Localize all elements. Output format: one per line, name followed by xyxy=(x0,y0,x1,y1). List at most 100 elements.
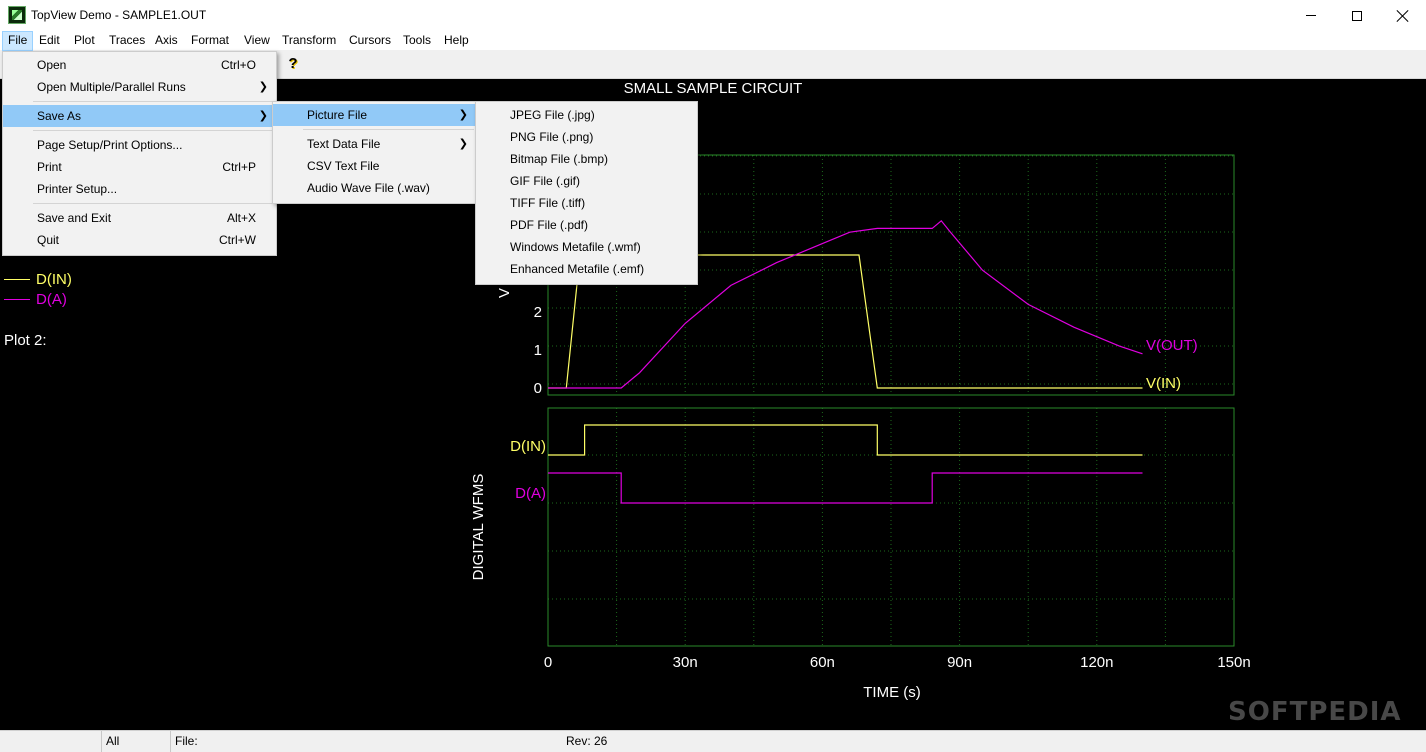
menu-separator xyxy=(303,129,474,130)
menu-tools[interactable]: Tools xyxy=(398,31,436,51)
picture-wmf[interactable]: Windows Metafile (.wmf) xyxy=(476,236,697,258)
picture-pdf[interactable]: PDF File (.pdf) xyxy=(476,214,697,236)
menu-traces[interactable]: Traces xyxy=(104,31,150,51)
item-label: Print xyxy=(37,160,62,174)
picture-tiff[interactable]: TIFF File (.tiff) xyxy=(476,192,697,214)
item-shortcut: Ctrl+W xyxy=(219,233,256,247)
file-print[interactable]: Print Ctrl+P xyxy=(3,156,276,178)
save-as-audio-wave-file[interactable]: Audio Wave File (.wav) xyxy=(273,177,476,199)
file-open-multiple[interactable]: Open Multiple/Parallel Runs ❯ xyxy=(3,76,276,98)
y-tick-label: 1 xyxy=(534,342,542,359)
menu-separator xyxy=(33,101,274,102)
picture-file-menu: JPEG File (.jpg) PNG File (.png) Bitmap … xyxy=(475,101,698,285)
item-label: Page Setup/Print Options... xyxy=(37,138,183,152)
item-label: Save and Exit xyxy=(37,211,112,225)
chevron-right-icon: ❯ xyxy=(258,110,268,122)
series-label-vout: V(OUT) xyxy=(1146,337,1198,354)
digital-panel-frame xyxy=(547,407,1235,647)
item-label: Audio Wave File (.wav) xyxy=(307,181,430,195)
menu-edit[interactable]: Edit xyxy=(34,31,65,51)
save-as-text-data-file[interactable]: Text Data File ❯ xyxy=(273,133,476,155)
minimize-button[interactable] xyxy=(1288,0,1334,31)
window-title: TopView Demo - SAMPLE1.OUT xyxy=(31,8,207,22)
status-mode: All xyxy=(101,731,170,752)
item-shortcut: Ctrl+O xyxy=(220,58,256,72)
x-tick-label: 150n xyxy=(1217,654,1250,671)
file-quit[interactable]: Quit Ctrl+W xyxy=(3,229,276,251)
item-shortcut: Ctrl+P xyxy=(222,160,256,174)
series-label-vin: V(IN) xyxy=(1146,375,1181,392)
legend-swatch xyxy=(4,278,30,280)
maximize-icon xyxy=(1352,10,1362,21)
app-icon[interactable] xyxy=(8,6,26,24)
digital-y-axis-label: DIGITAL WFMS xyxy=(470,474,487,581)
y-tick-label: 0 xyxy=(534,380,542,397)
help-icon[interactable]: ? xyxy=(285,55,301,73)
menu-file[interactable]: File xyxy=(2,31,34,51)
x-tick-label: 0 xyxy=(544,654,552,671)
file-page-setup[interactable]: Page Setup/Print Options... xyxy=(3,134,276,156)
picture-emf[interactable]: Enhanced Metafile (.emf) xyxy=(476,258,697,280)
minimize-icon xyxy=(1306,15,1316,16)
chevron-right-icon: ❯ xyxy=(258,81,268,93)
file-open[interactable]: Open Ctrl+O xyxy=(3,54,276,76)
legend-d-in[interactable]: D(IN) xyxy=(4,270,72,288)
y-tick-label: 2 xyxy=(534,304,542,321)
menu-axis[interactable]: Axis xyxy=(150,31,183,51)
status-file: File: C:\Users\SoftpediaPC\Documents\Top… xyxy=(170,731,562,752)
close-icon xyxy=(1397,10,1409,22)
menu-transform[interactable]: Transform xyxy=(277,31,341,51)
x-tick-label: 60n xyxy=(810,654,835,671)
save-as-picture-file[interactable]: Picture File ❯ xyxy=(273,104,476,126)
picture-bmp[interactable]: Bitmap File (.bmp) xyxy=(476,148,697,170)
maximize-button[interactable] xyxy=(1334,0,1380,31)
softpedia-watermark: SOFTPEDIA xyxy=(1228,697,1402,727)
item-label: Text Data File xyxy=(307,137,381,151)
menu-help[interactable]: Help xyxy=(439,31,474,51)
picture-gif[interactable]: GIF File (.gif) xyxy=(476,170,697,192)
menu-view[interactable]: View xyxy=(239,31,275,51)
plot2-label: Plot 2: xyxy=(4,332,47,349)
status-bar: All File: C:\Users\SoftpediaPC\Documents… xyxy=(0,730,1426,752)
digital-label-d-a: D(A) xyxy=(515,485,546,502)
picture-jpeg[interactable]: JPEG File (.jpg) xyxy=(476,104,697,126)
menu-format[interactable]: Format xyxy=(186,31,234,51)
save-as-csv-text-file[interactable]: CSV Text File xyxy=(273,155,476,177)
legend-swatch xyxy=(4,298,30,300)
menu-plot[interactable]: Plot xyxy=(69,31,100,51)
status-rev: Rev: 26 xyxy=(566,734,608,748)
item-label: Save As xyxy=(37,109,82,123)
menu-cursors[interactable]: Cursors xyxy=(344,31,396,51)
menu-separator xyxy=(33,130,274,131)
chevron-right-icon: ❯ xyxy=(458,138,468,150)
close-button[interactable] xyxy=(1380,0,1426,31)
file-save-exit[interactable]: Save and Exit Alt+X xyxy=(3,207,276,229)
file-menu: Open Ctrl+O Open Multiple/Parallel Runs ❯ … xyxy=(2,51,277,256)
save-as-menu: Picture File ❯ Text Data File ❯ CSV Text F… xyxy=(272,101,477,204)
item-label: Open Multiple/Parallel Runs xyxy=(37,80,186,94)
menu-bar: File Edit Plot Traces Axis Format View T… xyxy=(0,31,1426,51)
x-tick-label: 90n xyxy=(947,654,972,671)
file-save-as[interactable]: Save As ❯ xyxy=(3,105,276,127)
analog-y-axis-label: V xyxy=(496,288,513,298)
item-label: CSV Text File xyxy=(307,159,380,173)
menu-separator xyxy=(33,203,274,204)
legend-label: D(IN) xyxy=(36,270,72,288)
digital-label-d-in: D(IN) xyxy=(510,438,546,455)
legend-d-a[interactable]: D(A) xyxy=(4,290,67,308)
x-tick-label: 120n xyxy=(1080,654,1113,671)
x-tick-label: 30n xyxy=(673,654,698,671)
item-label: Quit xyxy=(37,233,60,247)
chevron-right-icon: ❯ xyxy=(458,109,468,121)
x-axis-label: TIME (s) xyxy=(863,684,921,701)
item-label: Picture File xyxy=(307,108,368,122)
digital-trace-din xyxy=(548,424,1143,456)
chart-title: SMALL SAMPLE CIRCUIT xyxy=(624,80,803,97)
item-shortcut: Alt+X xyxy=(226,211,256,225)
picture-png[interactable]: PNG File (.png) xyxy=(476,126,697,148)
digital-trace-da xyxy=(548,472,1143,504)
status-cell-empty xyxy=(0,731,101,752)
file-printer-setup[interactable]: Printer Setup... xyxy=(3,178,276,200)
legend-label: D(A) xyxy=(36,290,67,308)
item-label: Open xyxy=(37,58,67,72)
